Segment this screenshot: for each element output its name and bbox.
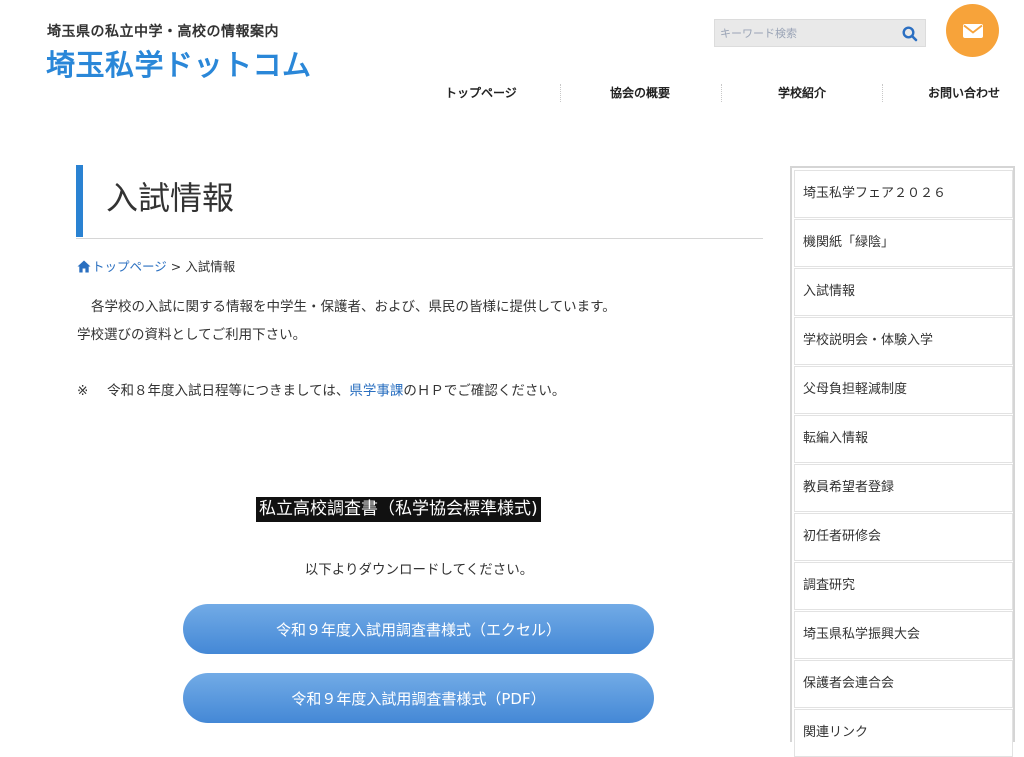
site-logo-title[interactable]: 埼玉私学ドットコム	[46, 42, 312, 84]
home-icon	[77, 260, 91, 273]
sidebar-item-research[interactable]: 調査研究	[794, 562, 1013, 610]
title-divider	[76, 238, 763, 239]
breadcrumb-home-link[interactable]: トップページ	[77, 259, 167, 274]
download-instruction: 以下よりダウンロードしてください。	[304, 562, 534, 578]
sidebar-item-tuition-aid[interactable]: 父母負担軽減制度	[794, 366, 1013, 414]
nav-item-schools[interactable]: 学校紹介	[778, 82, 826, 104]
mail-icon	[962, 23, 983, 38]
download-excel-button[interactable]: 令和９年度入試用調査書様式（エクセル）	[183, 604, 654, 654]
notice-text-before: 令和８年度入試日程等につきましては、	[107, 383, 350, 399]
nav-divider	[882, 84, 883, 102]
sidebar-item-transfer[interactable]: 転編入情報	[794, 415, 1013, 463]
nav-item-top[interactable]: トップページ	[445, 82, 517, 104]
sidebar-item-parents[interactable]: 保護者会連合会	[794, 660, 1013, 708]
breadcrumb-separator: >	[166, 259, 186, 274]
gakujika-link[interactable]: 県学事課	[349, 383, 403, 399]
sidebar-item-convention[interactable]: 埼玉県私学振興大会	[794, 611, 1013, 659]
breadcrumb: トップページ > 入試情報	[77, 258, 235, 276]
sidebar-item-ryokuin[interactable]: 機関紙「緑陰」	[794, 219, 1013, 267]
nav-divider	[560, 84, 561, 102]
nav-item-contact[interactable]: お問い合わせ	[928, 82, 1000, 104]
sidebar-item-training[interactable]: 初任者研修会	[794, 513, 1013, 561]
nav-divider	[721, 84, 722, 102]
page-title: 入試情報	[106, 179, 235, 217]
sidebar-item-teacher-reg[interactable]: 教員希望者登録	[794, 464, 1013, 512]
search-icon	[902, 26, 918, 42]
sidebar-item-links[interactable]: 関連リンク	[794, 709, 1013, 757]
global-nav: トップページ 協会の概要 学校紹介 お問い合わせ	[400, 82, 1024, 104]
intro-text-line2: 学校選びの資料としてご利用下さい。	[77, 327, 307, 343]
nav-item-about[interactable]: 協会の概要	[610, 82, 670, 104]
intro-text-line1: 各学校の入試に関する情報を中学生・保護者、および、県民の皆様に提供しています。	[91, 299, 616, 315]
search-button[interactable]	[901, 25, 919, 43]
note-mark: ※	[77, 383, 89, 399]
search-box	[714, 19, 926, 47]
sidebar-item-admission[interactable]: 入試情報	[794, 268, 1013, 316]
sidebar-menu: 埼玉私学フェア２０２６ 機関紙「緑陰」 入試情報 学校説明会・体験入学 父母負担…	[790, 166, 1015, 757]
contact-mail-button[interactable]	[946, 4, 999, 57]
notice-text: ※ 令和８年度入試日程等につきましては、県学事課のＨＰでご確認ください。	[77, 381, 565, 401]
notice-text-after: のＨＰでご確認ください。	[403, 383, 566, 399]
sidebar-item-fair[interactable]: 埼玉私学フェア２０２６	[794, 170, 1013, 218]
site-tagline: 埼玉県の私立中学・高校の情報案内	[47, 24, 279, 40]
title-accent-bar	[76, 165, 83, 237]
breadcrumb-current: 入試情報	[185, 259, 236, 274]
sidebar-item-open-campus[interactable]: 学校説明会・体験入学	[794, 317, 1013, 365]
download-pdf-button[interactable]: 令和９年度入試用調査書様式（PDF）	[183, 673, 654, 723]
section-heading: 私立高校調査書（私学協会標準様式)	[256, 497, 541, 522]
breadcrumb-home-label: トップページ	[92, 259, 167, 274]
search-input[interactable]	[715, 20, 898, 46]
